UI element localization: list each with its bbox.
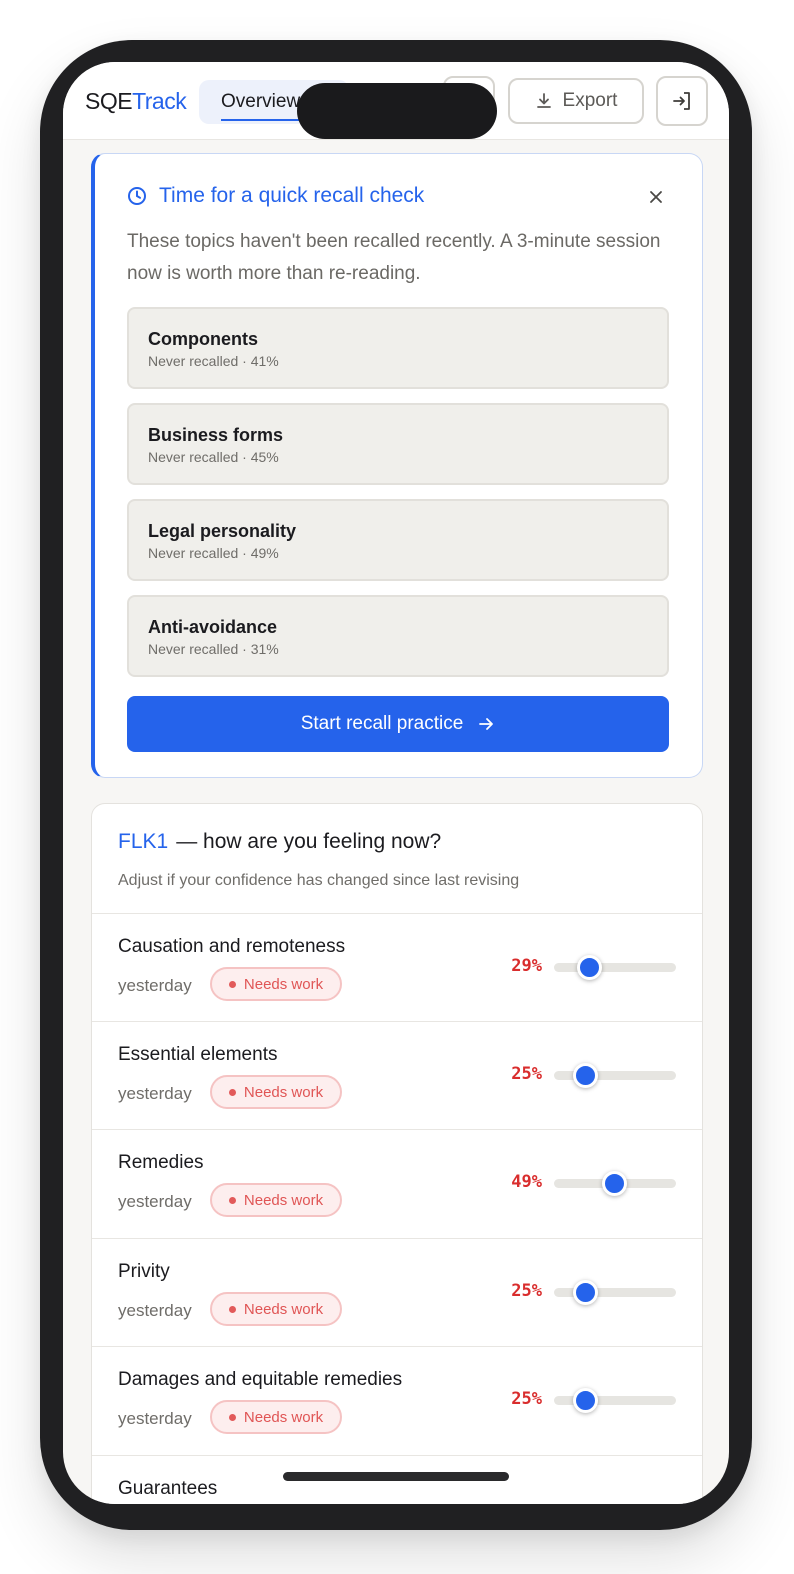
module-code[interactable]: FLK1 [118,830,168,853]
status-badge: Needs work [210,1075,342,1109]
confidence-slider[interactable] [554,955,676,980]
confidence-card: FLK1 — how are you feeling now? Adjust if… [91,803,703,1504]
confidence-row: Damages and equitable remedies yesterday… [92,1346,702,1454]
download-icon [536,93,551,108]
confidence-card-title: FLK1 — how are you feeling now? [118,830,441,854]
confidence-slider[interactable] [554,1280,676,1305]
confidence-percent: 49% [511,1172,542,1192]
start-recall-label: Start recall practice [300,713,464,734]
confidence-row: Remedies yesterday Needs work 49% [92,1129,702,1237]
confidence-row: Causation and remoteness yesterday Needs… [92,913,702,1021]
recall-title: Time for a quick recall check [159,184,425,207]
close-button[interactable] [645,186,667,208]
topic-name: Causation and remoteness [118,936,346,957]
status-badge-label: Needs work [243,975,324,993]
recall-topic-item[interactable]: Anti-avoidance Never recalled · 31% [127,595,669,677]
confidence-percent: 25% [511,1281,542,1301]
start-recall-practice-button[interactable]: Start recall practice [127,696,669,752]
status-badge: Needs work [210,967,342,1001]
close-icon [650,191,662,203]
last-revised: yesterday [118,1301,192,1320]
status-dot-icon [228,1413,236,1421]
recall-topic-item[interactable]: Components Never recalled · 41% [127,307,669,389]
login-icon [673,92,690,110]
confidence-percent: 29% [511,956,542,976]
status-badge: Needs work [210,1183,342,1217]
recall-topic-item[interactable]: Business forms Never recalled · 45% [127,403,669,485]
brand-logo[interactable]: SQETrack [85,88,187,115]
status-badge: Needs work [210,1292,342,1326]
confidence-card-subtitle: Adjust if your confidence has changed si… [118,872,520,889]
topic-name: Damages and equitable remedies [118,1369,403,1390]
confidence-slider[interactable] [554,1171,676,1196]
status-badge-label: Needs work [243,1083,324,1101]
slider-thumb[interactable] [572,1280,598,1305]
brand-text-part1: SQE [85,88,133,114]
recall-description: These topics haven't been recalled recen… [127,231,661,284]
brand-text-part2: Track [132,88,187,114]
recall-topic-name: Components [148,329,258,349]
last-revised: yesterday [118,976,192,995]
status-badge-label: Needs work [243,1191,324,1209]
status-dot-icon [228,1305,236,1313]
status-dot-icon [228,980,236,988]
tab-overview-label: Overview [221,91,301,112]
last-revised: yesterday [118,1409,192,1428]
confidence-slider[interactable] [554,1388,676,1413]
recall-topic-meta: Never recalled · 45% [148,449,279,465]
status-badge-label: Needs work [243,1300,324,1318]
export-button[interactable]: Export [508,78,644,124]
recall-topic-name: Anti-avoidance [148,617,278,637]
app-screen: SQETrack Overview Export Time for a quic… [63,62,729,1504]
confidence-slider[interactable] [554,1063,676,1088]
recall-topic-item[interactable]: Legal personality Never recalled · 49% [127,499,669,581]
topic-name: Privity [118,1261,170,1282]
slider-thumb[interactable] [572,1063,598,1088]
last-revised: yesterday [118,1084,192,1103]
topic-name: Guarantees [118,1478,218,1499]
status-dot-icon [228,1088,236,1096]
status-badge-label: Needs work [243,1408,324,1426]
recall-title-row: Time for a quick recall check [127,184,424,208]
recall-topic-name: Business forms [148,425,284,445]
recall-check-card: Time for a quick recall check These topi… [91,153,703,778]
topic-name: Essential elements [118,1044,278,1065]
clock-icon [128,187,146,205]
recall-topic-meta: Never recalled · 41% [148,353,279,369]
confidence-question: — how are you feeling now? [176,830,442,853]
slider-thumb[interactable] [572,1388,598,1413]
slider-thumb[interactable] [601,1171,627,1196]
recall-topic-meta: Never recalled · 49% [148,545,279,561]
export-label: Export [562,90,618,111]
last-revised: yesterday [118,1192,192,1211]
slider-thumb[interactable] [577,955,603,980]
confidence-row: Privity yesterday Needs work 25% [92,1238,702,1346]
home-indicator [283,1472,509,1481]
topic-name: Remedies [118,1152,204,1173]
sign-in-button[interactable] [656,76,708,126]
status-badge: Needs work [210,1400,342,1434]
dynamic-island [297,83,497,139]
confidence-percent: 25% [511,1389,542,1409]
recall-topic-name: Legal personality [148,521,297,541]
recall-topic-meta: Never recalled · 31% [148,641,279,657]
status-dot-icon [228,1196,236,1204]
confidence-row: Essential elements yesterday Needs work … [92,1021,702,1129]
confidence-percent: 25% [511,1064,542,1084]
arrow-right-icon [479,718,494,730]
